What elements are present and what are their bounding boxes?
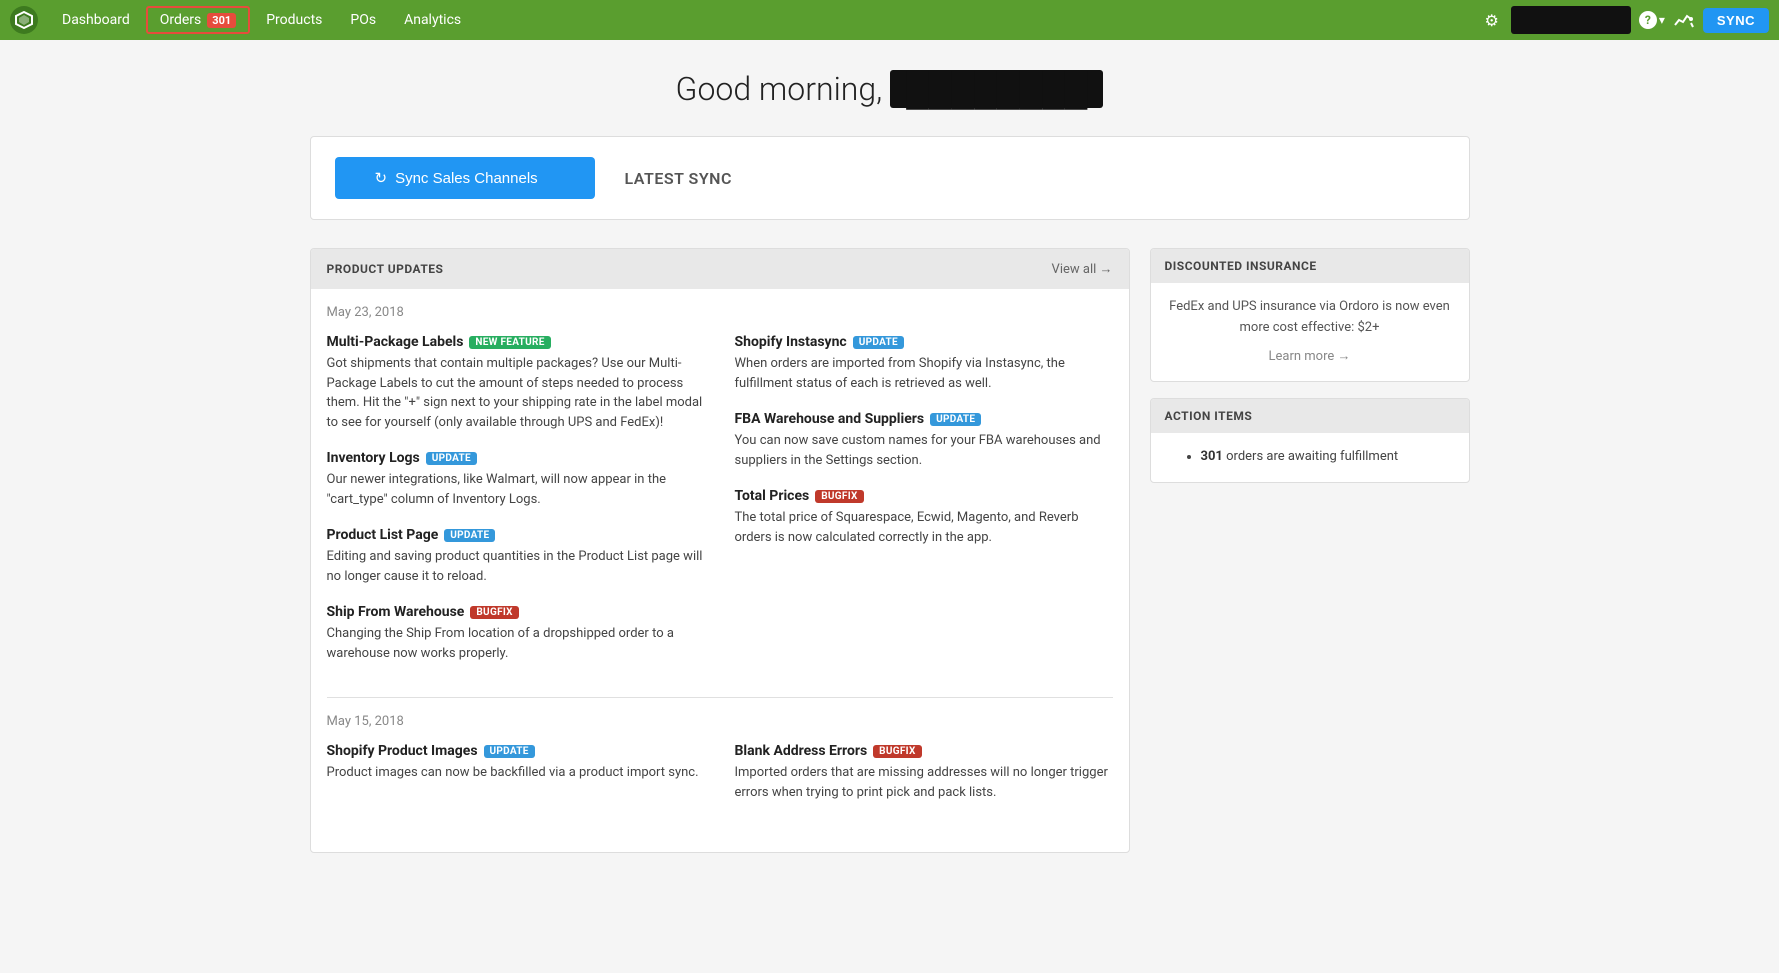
navbar: Dashboard Orders 301 Products POs Analyt… — [0, 0, 1779, 40]
sync-channels-button[interactable]: ↻ Sync Sales Channels — [335, 157, 595, 199]
sync-nav-button[interactable]: SYNC — [1703, 8, 1769, 33]
latest-sync-label: LATEST SYNC — [625, 169, 732, 188]
app-logo[interactable] — [10, 6, 38, 34]
tag-bugfix-prices: BUGFIX — [815, 490, 863, 503]
update-col-left-2: Shopify Product Images UPDATE Product im… — [327, 743, 705, 820]
insurance-panel: DISCOUNTED INSURANCE FedEx and UPS insur… — [1150, 248, 1470, 382]
insurance-header: DISCOUNTED INSURANCE — [1151, 249, 1469, 283]
updates-header: PRODUCT UPDATES View all → — [311, 249, 1129, 289]
insurance-body: FedEx and UPS insurance via Ordoro is no… — [1151, 283, 1469, 381]
update-date-2: May 15, 2018 — [327, 714, 1113, 729]
update-item-product-list: Product List Page UPDATE Editing and sav… — [327, 527, 705, 586]
nav-left: Dashboard Orders 301 Products POs Analyt… — [10, 6, 473, 34]
updates-title: PRODUCT UPDATES — [327, 262, 444, 276]
nav-analytics[interactable]: Analytics — [392, 8, 473, 32]
nav-orders[interactable]: Orders 301 — [146, 6, 250, 34]
update-grid-2: Shopify Product Images UPDATE Product im… — [327, 743, 1113, 820]
update-item-shopify-images: Shopify Product Images UPDATE Product im… — [327, 743, 705, 783]
update-item-ship-from: Ship From Warehouse BUGFIX Changing the … — [327, 604, 705, 663]
update-item-shopify-instasync: Shopify Instasync UPDATE When orders are… — [735, 334, 1113, 393]
greeting-text: Good morning, ████████ — [310, 70, 1470, 108]
nav-pos[interactable]: POs — [338, 8, 388, 32]
user-block[interactable] — [1511, 6, 1631, 34]
update-item-total-prices: Total Prices BUGFIX The total price of S… — [735, 488, 1113, 547]
tag-update-2: UPDATE — [444, 529, 495, 542]
tag-update-shopify-images: UPDATE — [484, 745, 535, 758]
orders-badge: 301 — [207, 13, 236, 28]
update-item-multi-package: Multi-Package Labels NEW FEATURE Got shi… — [327, 334, 705, 432]
updates-column: PRODUCT UPDATES View all → May 23, 2018 … — [310, 248, 1130, 853]
help-button[interactable]: ? ▾ — [1639, 11, 1665, 29]
content-columns: PRODUCT UPDATES View all → May 23, 2018 … — [310, 248, 1470, 853]
action-items-body: 301 orders are awaiting fulfillment — [1151, 433, 1469, 482]
tag-bugfix-address: BUGFIX — [873, 745, 921, 758]
update-item-fba-warehouse: FBA Warehouse and Suppliers UPDATE You c… — [735, 411, 1113, 470]
tag-update-fba: UPDATE — [930, 413, 981, 426]
user-name-redacted: ████████ — [890, 70, 1103, 108]
tag-update-instasync: UPDATE — [853, 336, 904, 349]
update-item-inventory-logs: Inventory Logs UPDATE Our newer integrat… — [327, 450, 705, 509]
update-col-right-2: Blank Address Errors BUGFIX Imported ord… — [735, 743, 1113, 820]
section-divider — [327, 697, 1113, 698]
settings-icon[interactable]: ⚙ — [1481, 7, 1503, 34]
tag-update: UPDATE — [426, 452, 477, 465]
tag-bugfix: BUGFIX — [470, 606, 518, 619]
tag-new-feature: NEW FEATURE — [469, 336, 550, 349]
sidebar-column: DISCOUNTED INSURANCE FedEx and UPS insur… — [1150, 248, 1470, 499]
nav-right: ⚙ ? ▾ SYNC — [1481, 6, 1770, 34]
sync-panel: ↻ Sync Sales Channels LATEST SYNC — [310, 136, 1470, 220]
sync-icon: ↻ — [375, 169, 388, 187]
product-updates-panel: PRODUCT UPDATES View all → May 23, 2018 … — [310, 248, 1130, 853]
action-item-orders: 301 orders are awaiting fulfillment — [1201, 447, 1455, 468]
action-items-panel: ACTION ITEMS 301 orders are awaiting ful… — [1150, 398, 1470, 483]
update-date-1: May 23, 2018 — [327, 305, 1113, 320]
update-col-right: Shopify Instasync UPDATE When orders are… — [735, 334, 1113, 681]
update-item-blank-address: Blank Address Errors BUGFIX Imported ord… — [735, 743, 1113, 802]
learn-more-link[interactable]: Learn more → — [1165, 347, 1455, 368]
update-grid-1: Multi-Package Labels NEW FEATURE Got shi… — [327, 334, 1113, 681]
nav-dashboard[interactable]: Dashboard — [50, 8, 142, 32]
update-col-left: Multi-Package Labels NEW FEATURE Got shi… — [327, 334, 705, 681]
view-all-link[interactable]: View all → — [1052, 261, 1113, 277]
metrics-icon[interactable] — [1673, 11, 1695, 29]
updates-body: May 23, 2018 Multi-Package Labels NEW FE… — [311, 289, 1129, 852]
action-items-header: ACTION ITEMS — [1151, 399, 1469, 433]
main-content: Good morning, ████████ ↻ Sync Sales Chan… — [290, 40, 1490, 883]
nav-products[interactable]: Products — [254, 8, 334, 32]
